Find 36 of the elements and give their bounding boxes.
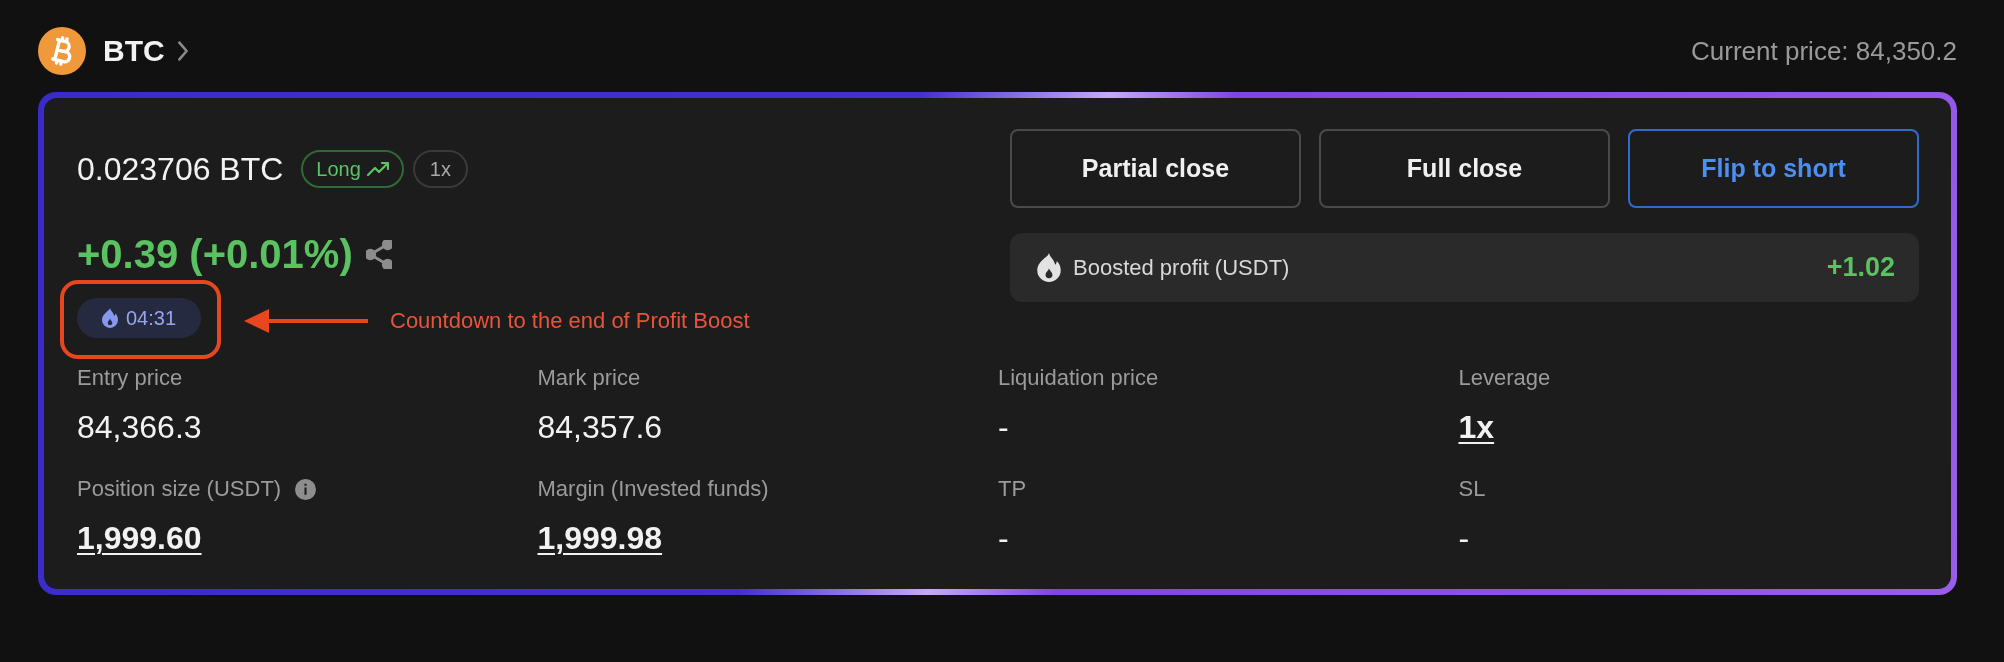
flame-icon xyxy=(101,308,118,328)
stat-value: - xyxy=(998,519,1009,557)
action-button[interactable]: Full close xyxy=(1319,129,1610,208)
share-icon[interactable] xyxy=(365,239,392,269)
stat-label: Liquidation price xyxy=(998,364,1159,392)
stat-value: - xyxy=(1458,519,1470,557)
countdown-time: 04:31 xyxy=(125,306,177,331)
position-size: 0.023706 BTC xyxy=(77,153,284,185)
chevron-right-icon xyxy=(176,40,189,62)
boosted-profit-label: Boosted profit (USDT) xyxy=(1073,254,1290,282)
value-link[interactable]: 1,999.60 xyxy=(77,519,202,557)
stat-label: Entry price xyxy=(77,364,183,392)
symbol-link[interactable]: BTC xyxy=(103,36,189,66)
side-label: Long xyxy=(316,157,361,182)
pnl-value: +0.39 (+0.01%) xyxy=(77,231,353,277)
stat-label: Position size (USDT) xyxy=(77,475,282,503)
boosted-profit-value: +1.02 xyxy=(1826,251,1895,285)
stat-value: 84,366.3 xyxy=(77,408,202,446)
info-icon[interactable] xyxy=(295,478,317,500)
stat-label: Leverage xyxy=(1458,364,1551,392)
annotation-text: Countdown to the end of Profit Boost xyxy=(390,307,750,335)
leverage-badge: 1x xyxy=(412,150,468,188)
stat-label: Margin (Invested funds) xyxy=(537,475,769,503)
stat-label: Mark price xyxy=(537,364,641,392)
stat-value: - xyxy=(998,408,1009,446)
current-price: Current price: 84,350.2 xyxy=(1691,34,1957,68)
value-link[interactable]: 1x xyxy=(1458,408,1495,446)
stat-value: 84,357.6 xyxy=(537,408,663,446)
value-link[interactable]: 1,999.98 xyxy=(537,519,663,557)
stat-label: SL xyxy=(1458,475,1486,503)
stat-label: TP xyxy=(998,475,1027,503)
flame-icon xyxy=(1037,253,1061,282)
trend-up-icon xyxy=(366,162,389,176)
action-button[interactable]: Flip to short xyxy=(1628,129,1919,208)
action-button[interactable]: Partial close xyxy=(1010,129,1301,208)
coin-logo-icon xyxy=(38,27,86,75)
